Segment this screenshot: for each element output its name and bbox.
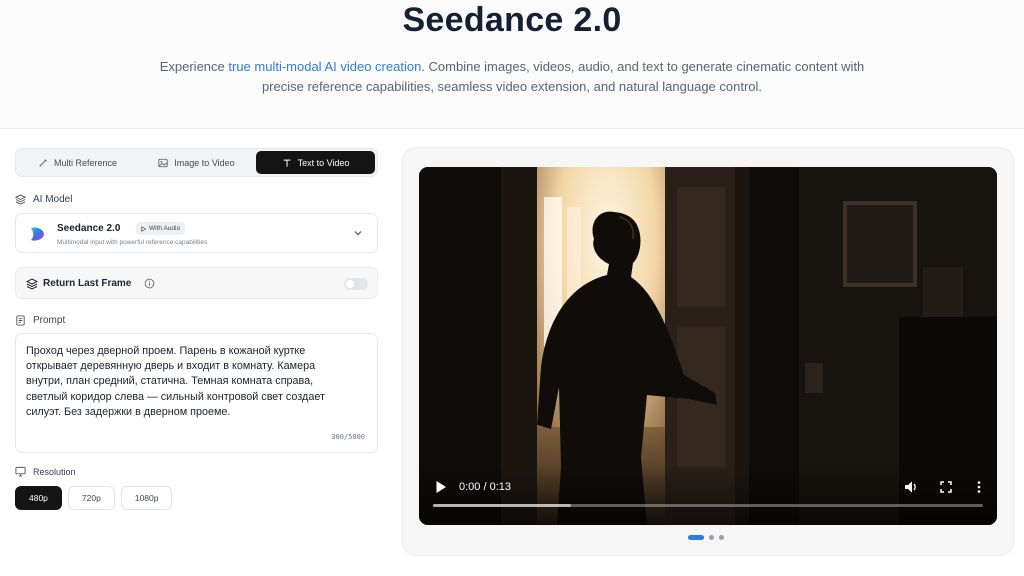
page-title: Seedance 2.0	[402, 1, 622, 39]
volume-icon[interactable]	[904, 480, 918, 494]
audio-badge: With Audio	[136, 222, 186, 235]
prompt-textarea[interactable]: Проход через дверной проем. Парень в кож…	[15, 333, 378, 453]
seedance-logo-icon	[31, 227, 44, 241]
layers-icon	[26, 278, 38, 290]
monitor-icon	[15, 466, 26, 477]
prompt-text[interactable]: Проход через дверной проем. Парень в кож…	[26, 344, 326, 420]
description-highlight: true multi-modal AI video creation.	[228, 59, 425, 74]
resolution-options: 480p 720p 1080p	[15, 486, 173, 510]
page-description: Experience true multi-modal AI video cre…	[150, 57, 874, 97]
return-last-frame-label: Return Last Frame	[43, 278, 132, 289]
hero-section: Seedance 2.0 Experience true multi-modal…	[0, 0, 1024, 128]
tab-label: Text to Video	[297, 157, 350, 168]
carousel-dots	[688, 535, 724, 540]
description-text: Experience	[159, 59, 229, 74]
resolution-1080p-button[interactable]: 1080p	[120, 486, 173, 510]
resolution-720p-button[interactable]: 720p	[67, 486, 115, 510]
return-last-frame-row: Return Last Frame	[15, 267, 378, 299]
carousel-dot-1[interactable]	[688, 535, 704, 540]
model-select[interactable]: Seedance 2.0 With Audio Multimodal input…	[15, 213, 378, 253]
video-progress-bar[interactable]	[433, 504, 983, 507]
tab-multi-reference[interactable]: Multi Reference	[18, 151, 137, 174]
video-buffered-bar	[433, 504, 571, 507]
video-player[interactable]: 0:00 / 0:13	[419, 167, 997, 525]
carousel-dot-3[interactable]	[719, 535, 724, 540]
model-subtitle: Multimodal input with powerful reference…	[57, 239, 208, 246]
video-time: 0:00 / 0:13	[459, 481, 511, 493]
tab-label: Multi Reference	[53, 157, 118, 168]
tab-text-to-video[interactable]: Text to Video	[256, 151, 375, 174]
section-label-text: AI Model	[33, 194, 73, 205]
section-label-text: Resolution	[33, 466, 76, 477]
carousel-dot-2[interactable]	[709, 535, 714, 540]
layers-icon	[15, 194, 26, 205]
resolution-480p-button[interactable]: 480p	[15, 486, 62, 510]
resolution-label: Resolution	[15, 466, 76, 477]
mode-tabs: Multi Reference Image to Video Text to V…	[15, 148, 378, 177]
badge-label: With Audio	[149, 225, 181, 232]
char-counter: 300/5000	[331, 433, 365, 441]
document-icon	[16, 315, 25, 326]
image-icon	[158, 158, 168, 167]
section-label-text: Prompt	[33, 315, 66, 326]
info-icon[interactable]	[144, 278, 155, 289]
model-name: Seedance 2.0	[57, 223, 121, 234]
chevron-down-icon	[354, 231, 362, 236]
wand-icon	[39, 158, 48, 167]
play-icon[interactable]	[435, 480, 447, 494]
play-small-icon	[141, 225, 147, 232]
tab-label: Image to Video	[174, 157, 235, 168]
ai-model-label: AI Model	[15, 194, 72, 205]
fullscreen-icon[interactable]	[939, 480, 953, 494]
more-options-icon[interactable]	[972, 480, 986, 494]
return-last-frame-toggle[interactable]	[344, 278, 368, 290]
tab-image-to-video[interactable]: Image to Video	[137, 151, 256, 174]
text-icon	[283, 159, 290, 167]
video-controls-overlay	[419, 465, 997, 525]
prompt-label: Prompt	[15, 315, 65, 326]
